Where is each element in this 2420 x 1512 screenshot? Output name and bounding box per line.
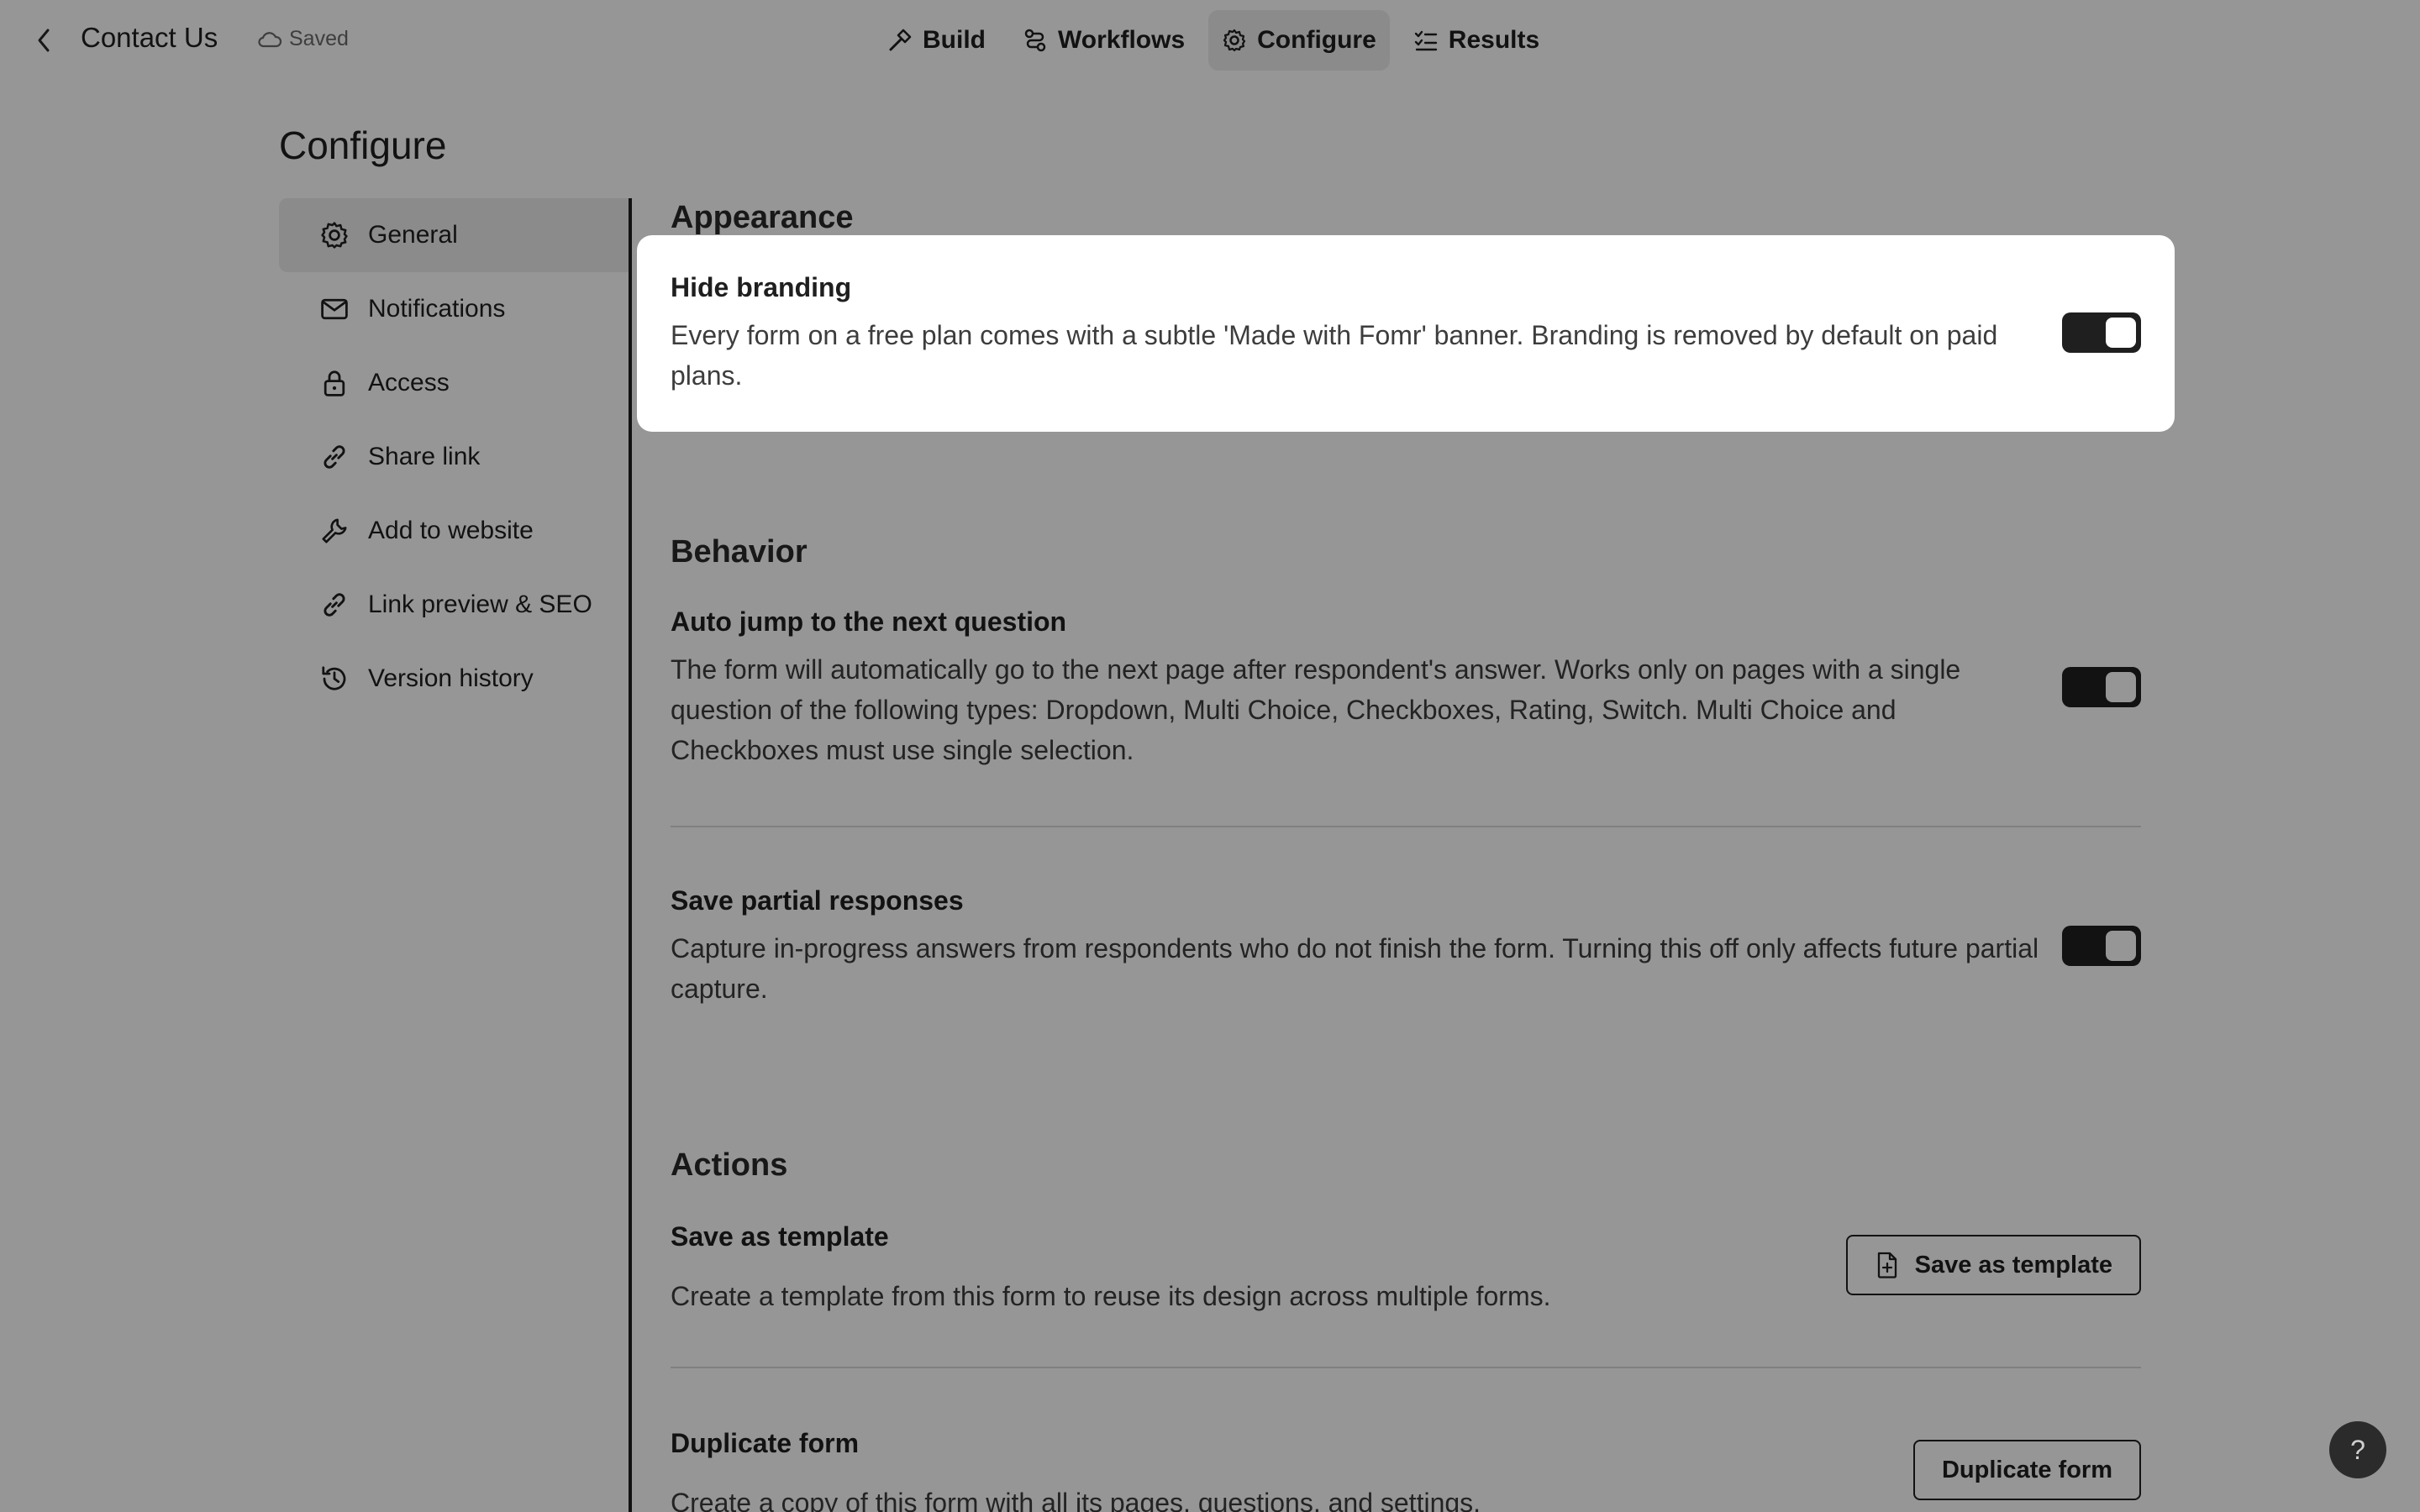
file-plus-icon xyxy=(1877,1252,1897,1278)
appearance-section-title: Appearance xyxy=(671,200,854,235)
hide-branding-toggle[interactable] xyxy=(2062,312,2141,353)
tab-build-label: Build xyxy=(923,26,986,54)
auto-jump-setting: Auto jump to the next question The form … xyxy=(671,606,2141,770)
actions-section-title: Actions xyxy=(671,1147,788,1183)
tab-configure[interactable]: Configure xyxy=(1208,10,1390,71)
divider xyxy=(671,826,2141,827)
sidebar-item-label: Version history xyxy=(368,664,534,692)
divider xyxy=(671,1367,2141,1368)
tab-build[interactable]: Build xyxy=(874,10,999,71)
partial-responses-toggle[interactable] xyxy=(2062,926,2141,966)
help-button[interactable]: ? xyxy=(2329,1421,2386,1478)
sidebar-item-label: Notifications xyxy=(368,295,506,323)
sidebar-item-version-history[interactable]: Version history xyxy=(279,642,629,716)
auto-jump-toggle[interactable] xyxy=(2062,667,2141,707)
tab-configure-label: Configure xyxy=(1257,26,1376,54)
top-bar: Contact Us Saved Build Workflows Configu… xyxy=(0,0,2420,81)
save-template-setting: Save as template Create a template from … xyxy=(671,1221,2141,1316)
gear-icon xyxy=(321,222,348,249)
sidebar-item-add-to-website[interactable]: Add to website xyxy=(279,494,629,568)
lock-icon xyxy=(324,370,345,396)
save-as-template-button[interactable]: Save as template xyxy=(1845,1235,2141,1295)
sidebar-item-label: Share link xyxy=(368,443,481,470)
save-status: Saved xyxy=(257,27,349,51)
history-icon xyxy=(322,666,346,690)
auto-jump-description: The form will automatically go to the ne… xyxy=(671,654,1961,765)
tab-results[interactable]: Results xyxy=(1400,10,1553,71)
workflow-icon xyxy=(1024,29,1046,52)
behavior-section-title: Behavior xyxy=(671,534,808,570)
chevron-left-icon xyxy=(38,29,50,52)
sidebar-item-label: Add to website xyxy=(368,517,534,544)
hide-branding-description: Every form on a free plan comes with a s… xyxy=(671,320,1998,391)
save-as-template-label: Save as template xyxy=(1914,1251,2112,1278)
gear-icon xyxy=(1223,29,1246,52)
auto-jump-title: Auto jump to the next question xyxy=(671,606,1067,637)
duplicate-description: Create a copy of this form with all its … xyxy=(671,1488,1481,1512)
partial-responses-description: Capture in-progress answers from respond… xyxy=(671,933,2039,1004)
sidebar-item-label: General xyxy=(368,221,458,249)
duplicate-setting: Duplicate form Create a copy of this for… xyxy=(671,1428,2141,1512)
link-icon xyxy=(324,593,345,617)
sidebar-item-notifications[interactable]: Notifications xyxy=(279,272,629,346)
wrench-icon xyxy=(322,518,347,543)
tab-results-label: Results xyxy=(1448,26,1540,54)
partial-responses-title: Save partial responses xyxy=(671,885,964,916)
sidebar-item-access[interactable]: Access xyxy=(279,346,629,420)
tab-workflows-label: Workflows xyxy=(1058,26,1186,54)
sidebar-item-label: Access xyxy=(368,369,450,396)
form-title[interactable]: Contact Us xyxy=(81,22,218,54)
link-icon xyxy=(324,445,345,469)
list-check-icon xyxy=(1414,30,1437,51)
save-template-description: Create a template from this form to reus… xyxy=(671,1281,1551,1311)
settings-sidebar: General Notifications Access Share link … xyxy=(279,198,632,1512)
main-tabs: Build Workflows Configure Results xyxy=(874,10,1553,71)
hide-branding-setting: Hide branding Every form on a free plan … xyxy=(637,235,2175,432)
back-button[interactable] xyxy=(27,24,60,57)
help-icon: ? xyxy=(2350,1434,2365,1465)
duplicate-form-label: Duplicate form xyxy=(1941,1456,2112,1483)
page-title: Configure xyxy=(279,123,447,167)
sidebar-item-share-link[interactable]: Share link xyxy=(279,420,629,494)
hide-branding-title: Hide branding xyxy=(671,272,852,302)
partial-responses-setting: Save partial responses Capture in-progre… xyxy=(671,885,2141,1009)
tab-workflows[interactable]: Workflows xyxy=(1009,10,1198,71)
sidebar-item-label: Link preview & SEO xyxy=(368,591,592,618)
save-status-label: Saved xyxy=(289,27,349,50)
sidebar-item-general[interactable]: General xyxy=(279,198,629,272)
sidebar-item-link-preview-seo[interactable]: Link preview & SEO xyxy=(279,568,629,642)
hammer-icon xyxy=(889,29,912,51)
cloud-icon xyxy=(258,31,282,47)
duplicate-form-button[interactable]: Duplicate form xyxy=(1912,1440,2141,1500)
mail-icon xyxy=(321,298,348,320)
